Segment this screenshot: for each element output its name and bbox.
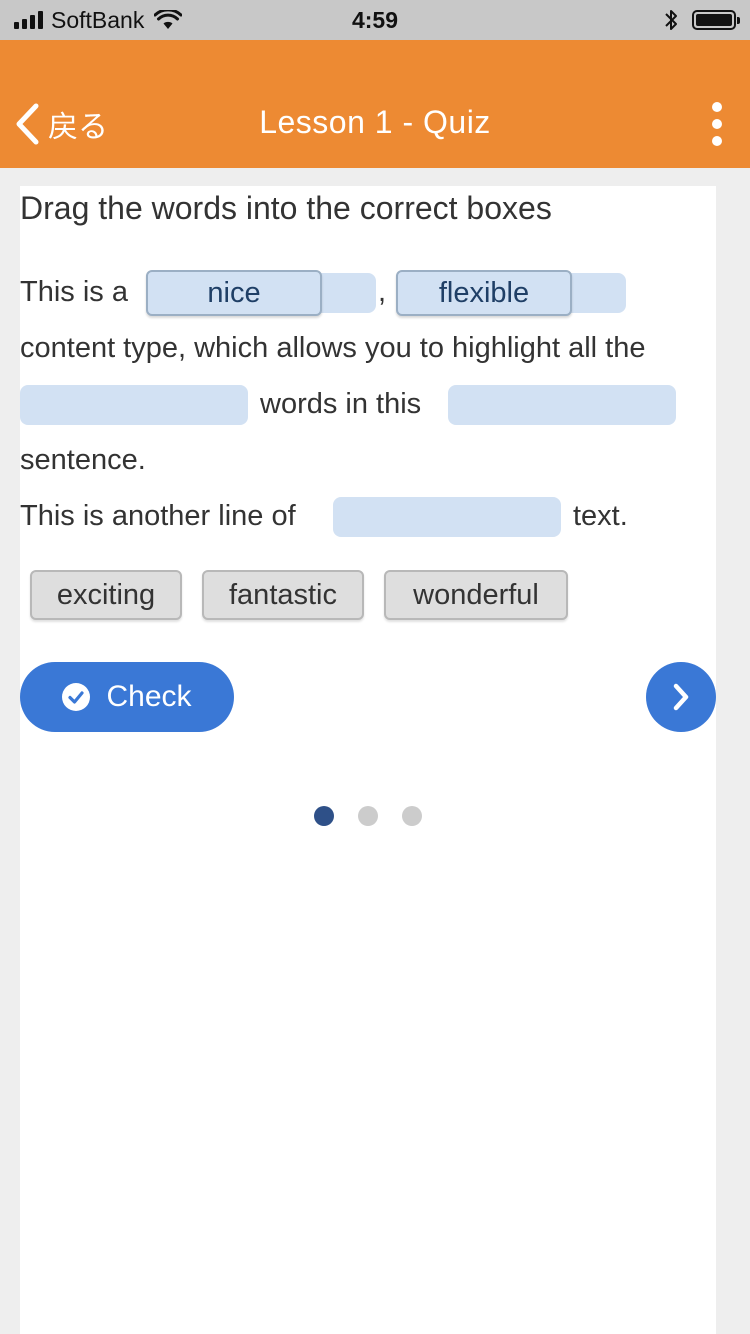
status-time: 4:59 bbox=[351, 7, 399, 33]
status-bar: SoftBank 4:59 bbox=[0, 0, 750, 40]
quiz-instruction: Drag the words into the correct boxes bbox=[20, 190, 552, 226]
next-button[interactable] bbox=[646, 662, 716, 732]
app-header: 戻る Lesson 1 - Quiz bbox=[0, 40, 750, 168]
check-button[interactable]: Check bbox=[20, 662, 234, 732]
page-indicator bbox=[20, 806, 716, 826]
battery-icon bbox=[692, 10, 740, 30]
more-options-icon[interactable] bbox=[710, 102, 724, 146]
sentence-comma: , bbox=[378, 276, 387, 308]
drop-zone-2[interactable]: flexible bbox=[396, 270, 626, 316]
sentence-line-1-prefix: This is a bbox=[20, 276, 128, 308]
page-dot-2[interactable] bbox=[358, 806, 378, 826]
word-chip-exciting[interactable]: exciting bbox=[30, 570, 182, 620]
battery-fill bbox=[696, 14, 732, 26]
page-dot-1[interactable] bbox=[314, 806, 334, 826]
bluetooth-icon bbox=[665, 10, 677, 30]
drop-zone-1[interactable]: nice bbox=[146, 270, 376, 316]
sentence-line-3-middle: words in this bbox=[260, 388, 422, 420]
quiz-content: Drag the words into the correct boxes Th… bbox=[20, 186, 716, 1334]
check-circle-icon bbox=[62, 683, 91, 711]
page-title: Lesson 1 - Quiz bbox=[259, 104, 491, 140]
word-chip-wonderful[interactable]: wonderful bbox=[384, 570, 568, 620]
drop-zone-3[interactable] bbox=[20, 385, 248, 425]
sentence-line-2: content type, which allows you to highli… bbox=[20, 332, 646, 364]
sentence-line-4: sentence. bbox=[20, 444, 146, 476]
chevron-right-icon bbox=[673, 683, 689, 711]
word-chip-fantastic[interactable]: fantastic bbox=[202, 570, 364, 620]
sentence-line-5-suffix: text. bbox=[573, 500, 628, 532]
check-label: Check bbox=[106, 680, 192, 713]
placed-word-flexible[interactable]: flexible bbox=[396, 270, 572, 316]
drop-zone-5[interactable] bbox=[333, 497, 561, 537]
page-dot-3[interactable] bbox=[402, 806, 422, 826]
drop-zone-4[interactable] bbox=[448, 385, 676, 425]
sentence-line-5-prefix: This is another line of bbox=[20, 500, 296, 532]
status-right bbox=[664, 8, 740, 32]
placed-word-nice[interactable]: nice bbox=[146, 270, 322, 316]
